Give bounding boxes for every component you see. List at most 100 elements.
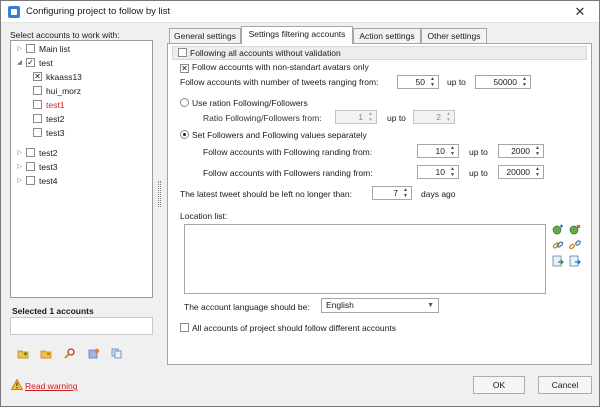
tab-action-settings[interactable]: Action settings <box>353 28 421 43</box>
tweets-from-spinner[interactable]: 50 ▲ ▼ <box>397 75 439 89</box>
tab-settings-filtering-accounts[interactable]: Settings filtering accounts <box>241 26 353 44</box>
tree-item-checkbox[interactable] <box>33 128 42 137</box>
tree-item-checkbox[interactable] <box>26 162 35 171</box>
separate-values-radio-label: Set Followers and Following values separ… <box>192 130 367 140</box>
filter-settings-panel: Following all accounts without validatio… <box>167 43 592 365</box>
latest-tweet-spinner[interactable]: 7 ▲ ▼ <box>372 186 412 200</box>
different-accounts-option[interactable]: All accounts of project should follow di… <box>180 323 396 333</box>
ratio-radio-label: Use ration Following/Followers <box>192 98 308 108</box>
tree-item-label: test4 <box>39 176 58 186</box>
tweets-to-value: 50000 <box>493 77 517 87</box>
tree-item-label: test3 <box>46 128 65 138</box>
spinner-arrows-icon[interactable]: ▲ ▼ <box>448 166 457 178</box>
ratio-up-to-label: up to <box>387 113 406 123</box>
ratio-radio[interactable] <box>180 98 189 107</box>
spinner-arrows-icon[interactable]: ▲ ▼ <box>448 145 457 157</box>
link-icon[interactable] <box>552 239 564 251</box>
accounts-tree: ▷ Main list ◢ ✓ test ✕ kkaass13 hui_morz test1 te… <box>10 40 153 298</box>
following-from-spinner[interactable]: 10 ▲ ▼ <box>417 144 459 158</box>
spinner-arrows-icon[interactable]: ▲ ▼ <box>533 145 542 157</box>
tweets-range-label: Follow accounts with number of tweets ra… <box>180 77 379 87</box>
tree-item-label: test1 <box>46 100 65 110</box>
latest-tweet-label: The latest tweet should be left no longe… <box>180 189 353 199</box>
expand-arrow-icon[interactable]: ▷ <box>17 175 25 187</box>
tree-item-label: Main list <box>39 44 71 54</box>
tweets-to-spinner[interactable]: 50000 ▲ ▼ <box>475 75 531 89</box>
tree-item-checkbox[interactable] <box>33 100 42 109</box>
tree-item-checkbox[interactable]: ✓ <box>26 58 35 67</box>
expand-arrow-icon[interactable]: ▷ <box>17 147 25 159</box>
tree-item-checkbox[interactable] <box>26 44 35 53</box>
tab-general-settings[interactable]: General settings <box>169 28 241 43</box>
spinner-arrows-icon[interactable]: ▲ ▼ <box>428 76 437 88</box>
tree-item-checkbox[interactable] <box>33 86 42 95</box>
panel-splitter[interactable] <box>158 181 161 207</box>
tree-item-checkbox[interactable] <box>26 148 35 157</box>
tab-other-settings[interactable]: Other settings <box>421 28 487 43</box>
expand-arrow-icon[interactable]: ▷ <box>17 43 25 55</box>
import-icon[interactable] <box>552 255 564 267</box>
export-icon[interactable] <box>569 255 581 267</box>
follow-all-checkbox[interactable] <box>178 48 187 57</box>
dialog-window: Configuring project to follow by list ✕ … <box>0 0 600 407</box>
tweets-up-to-label: up to <box>447 77 466 87</box>
spinner-arrows-icon[interactable]: ▲ ▼ <box>533 166 542 178</box>
spinner-arrows-icon[interactable]: ▲ ▼ <box>401 187 410 199</box>
tree-item-label: kkaass13 <box>46 72 82 82</box>
expand-arrow-icon[interactable]: ▷ <box>17 161 25 173</box>
copy-icon[interactable] <box>111 348 123 359</box>
cancel-button[interactable]: Cancel <box>538 376 592 394</box>
spinner-arrows-icon[interactable]: ▲ ▼ <box>520 76 529 88</box>
nonstandard-avatars-label: Follow accounts with non-standart avatar… <box>192 62 369 72</box>
tree-item-label: test2 <box>46 114 65 124</box>
follow-all-row[interactable]: Following all accounts without validatio… <box>172 46 587 60</box>
tree-item-checkbox[interactable]: ✕ <box>33 72 42 81</box>
following-range-label: Follow accounts with Following randing f… <box>203 147 373 157</box>
followers-from-spinner[interactable]: 10 ▲ ▼ <box>417 165 459 179</box>
remove-location-icon[interactable] <box>569 224 581 236</box>
ratio-to-spinner[interactable]: 2 ▲ ▼ <box>413 110 455 124</box>
settings-icon[interactable] <box>88 348 100 359</box>
language-value: English <box>326 300 354 310</box>
following-to-spinner[interactable]: 2000 ▲ ▼ <box>498 144 544 158</box>
location-list-box[interactable] <box>184 224 546 294</box>
ratio-from-value: 1 <box>358 112 363 122</box>
followers-from-value: 10 <box>435 167 445 177</box>
following-to-value: 2000 <box>511 146 530 156</box>
tree-item-label: test2 <box>39 148 58 158</box>
add-folder-icon[interactable] <box>17 348 29 359</box>
search-icon[interactable] <box>64 348 76 359</box>
separate-values-radio[interactable] <box>180 130 189 139</box>
chevron-down-icon: ▼ <box>427 302 434 309</box>
location-list-label: Location list: <box>180 211 228 221</box>
collapse-arrow-icon[interactable]: ◢ <box>17 57 25 69</box>
days-ago-label: days ago <box>421 189 456 199</box>
ratio-radio-option[interactable]: Use ration Following/Followers <box>180 98 308 108</box>
different-accounts-checkbox[interactable] <box>180 323 189 332</box>
followers-to-value: 20000 <box>506 167 530 177</box>
language-label: The account language should be: <box>184 302 310 312</box>
nonstandard-avatars-option[interactable]: ✕ Follow accounts with non-standart avata… <box>180 62 369 73</box>
latest-tweet-value: 7 <box>393 188 398 198</box>
followers-to-spinner[interactable]: 20000 ▲ ▼ <box>498 165 544 179</box>
different-accounts-label: All accounts of project should follow di… <box>192 323 396 333</box>
unlink-icon[interactable] <box>569 239 581 251</box>
followers-range-label: Follow accounts with Followers randing f… <box>203 168 373 178</box>
spinner-arrows-icon[interactable]: ▲ ▼ <box>444 111 453 123</box>
close-button[interactable]: ✕ <box>569 3 591 21</box>
tree-item-checkbox[interactable] <box>26 176 35 185</box>
ok-button[interactable]: OK <box>473 376 525 394</box>
add-location-icon[interactable] <box>552 224 564 236</box>
ratio-from-spinner[interactable]: 1 ▲ ▼ <box>335 110 377 124</box>
nonstandard-avatars-checkbox[interactable]: ✕ <box>180 64 189 73</box>
following-from-value: 10 <box>435 146 445 156</box>
warning-icon <box>11 379 23 390</box>
tree-item-checkbox[interactable] <box>33 114 42 123</box>
read-warning-link[interactable]: Read warning <box>25 381 77 391</box>
separate-values-radio-option[interactable]: Set Followers and Following values separ… <box>180 130 367 140</box>
remove-folder-icon[interactable] <box>40 348 52 359</box>
spinner-arrows-icon[interactable]: ▲ ▼ <box>366 111 375 123</box>
language-select[interactable]: English ▼ <box>321 298 439 313</box>
ratio-label: Ratio Following/Followers from: <box>203 113 322 123</box>
ratio-to-value: 2 <box>436 112 441 122</box>
